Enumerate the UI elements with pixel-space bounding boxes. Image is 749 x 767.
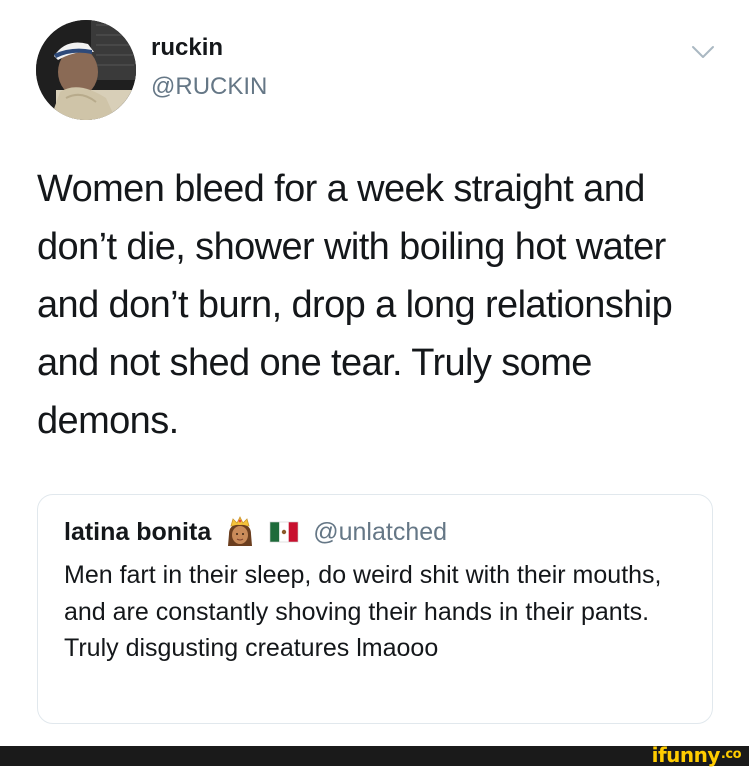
avatar[interactable] — [36, 20, 136, 120]
watermark-bar: ifunny.co — [0, 743, 749, 767]
quoted-tweet[interactable]: latina bonita @unlatched Men fart in the… — [37, 494, 713, 724]
quoted-display-name: latina bonita — [64, 517, 212, 546]
author-handle[interactable]: @RUCKIN — [151, 73, 267, 101]
watermark-suffix: .co — [720, 747, 742, 762]
quoted-tweet-header: latina bonita @unlatched — [64, 515, 447, 549]
chevron-down-icon[interactable] — [690, 42, 716, 62]
avatar-photo — [36, 20, 136, 120]
quoted-tweet-text: Men fart in their sleep, do weird shit w… — [64, 561, 662, 662]
watermark-text: ifunny — [651, 743, 721, 767]
tweet-card: ruckin @RUCKIN Women bleed for a week st… — [0, 0, 749, 746]
author-display-name[interactable]: ruckin — [151, 34, 223, 62]
tweet-text: Women bleed for a week straight and don’… — [37, 168, 673, 442]
ifunny-watermark: ifunny.co — [651, 743, 742, 767]
princess-emoji — [225, 516, 255, 548]
mexico-flag-emoji — [269, 521, 299, 543]
quoted-handle: @unlatched — [313, 517, 448, 546]
